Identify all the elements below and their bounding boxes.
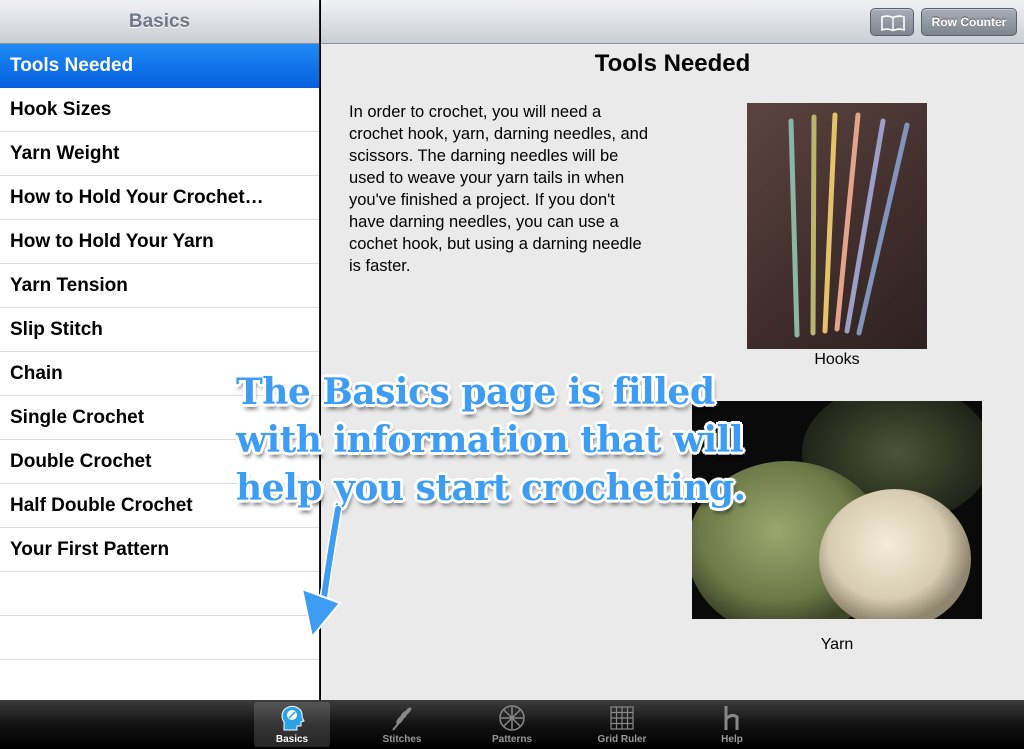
sidebar-item-hook-sizes[interactable]: Hook Sizes xyxy=(0,88,319,132)
wheat-icon xyxy=(392,707,412,731)
empty-row xyxy=(0,572,319,616)
empty-row xyxy=(0,616,319,660)
sidebar-title: Basics xyxy=(0,0,319,44)
tab-help[interactable]: Help xyxy=(694,702,770,747)
tab-patterns[interactable]: Patterns xyxy=(474,702,550,747)
head-icon xyxy=(281,705,305,731)
tab-stitches[interactable]: Stitches xyxy=(364,702,440,747)
book-button[interactable] xyxy=(870,8,914,36)
tab-grid-ruler[interactable]: Grid Ruler xyxy=(584,702,660,747)
sidebar-item-yarn-weight[interactable]: Yarn Weight xyxy=(0,132,319,176)
tab-bar: Basics Stitches Patterns Grid Ruler Help xyxy=(0,700,1024,749)
row-counter-button[interactable]: Row Counter xyxy=(921,8,1017,36)
empty-row xyxy=(0,660,319,700)
tab-label: Stitches xyxy=(382,734,422,745)
body-text: In order to crochet, you will need a cro… xyxy=(349,103,649,275)
callout-arrow-icon xyxy=(300,505,343,640)
page-title: Tools Needed xyxy=(594,50,751,77)
sidebar-item-tools-needed[interactable]: Tools Needed xyxy=(0,44,319,88)
yarn-caption: Yarn xyxy=(820,636,854,653)
detail-toolbar: Row Counter xyxy=(321,0,1024,44)
hooks-caption: Hooks xyxy=(814,351,860,368)
sidebar: Basics Tools Needed Hook Sizes Yarn Weig… xyxy=(0,0,320,700)
hooks-image xyxy=(747,103,927,349)
callout-annotation: The Basics page is filled with informati… xyxy=(236,371,746,509)
sidebar-item-hold-crochet[interactable]: How to Hold Your Crochet… xyxy=(0,176,319,220)
sidebar-item-hold-yarn[interactable]: How to Hold Your Yarn xyxy=(0,220,319,264)
sidebar-item-first-pattern[interactable]: Your First Pattern xyxy=(0,528,319,572)
tab-label: Help xyxy=(721,734,743,745)
tab-label: Patterns xyxy=(491,734,532,745)
tab-label: Grid Ruler xyxy=(597,734,647,745)
book-icon xyxy=(881,15,905,32)
detail-pane: Row Counter Tools Needed In order to cro… xyxy=(321,0,1024,700)
tab-label: Basics xyxy=(275,734,309,745)
sidebar-item-slip-stitch[interactable]: Slip Stitch xyxy=(0,308,319,352)
grid-icon xyxy=(610,706,634,730)
snowflake-icon xyxy=(499,705,525,731)
help-h-icon xyxy=(724,706,739,730)
tab-basics[interactable]: Basics xyxy=(254,702,330,747)
sidebar-item-yarn-tension[interactable]: Yarn Tension xyxy=(0,264,319,308)
